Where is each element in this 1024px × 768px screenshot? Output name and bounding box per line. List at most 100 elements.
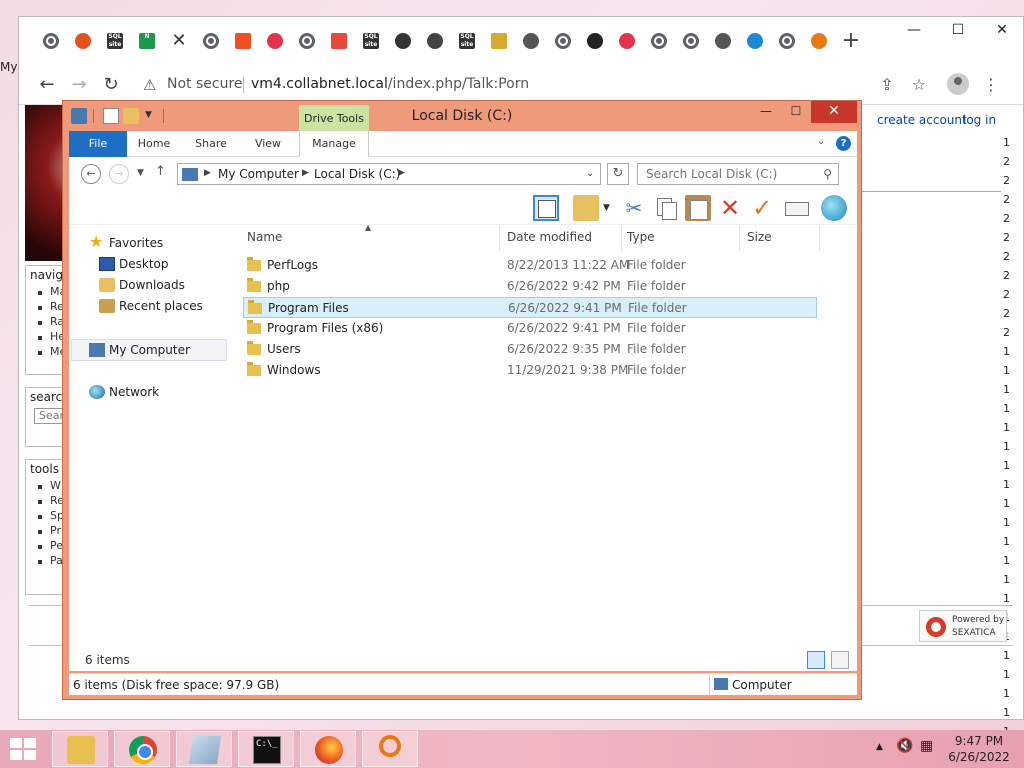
column-header-size[interactable]: Size xyxy=(747,225,772,251)
file-row[interactable]: php 6/26/2022 9:42 PM File folder xyxy=(243,276,817,297)
explorer-maximize-button[interactable]: ☐ xyxy=(781,101,811,123)
taskbar-notepad[interactable] xyxy=(176,731,232,767)
browser-tab[interactable] xyxy=(293,27,321,55)
network-drive-icon[interactable] xyxy=(821,195,847,221)
powered-by-badge[interactable]: Powered by SEXATICA xyxy=(919,610,1007,642)
warning-icon[interactable]: ⚠ xyxy=(143,76,156,94)
tools-link[interactable]: Re xyxy=(26,493,64,508)
tab-home[interactable]: Home xyxy=(129,131,179,157)
tab-close-icon[interactable]: ✕ xyxy=(165,27,193,55)
browser-tab[interactable] xyxy=(613,27,641,55)
forward-button[interactable]: → xyxy=(65,71,93,99)
browser-tab[interactable]: SQL site xyxy=(453,27,481,55)
explorer-search-input[interactable] xyxy=(638,164,818,184)
explorer-title-bar[interactable]: ▼ Drive Tools Local Disk (C:) — ☐ ✕ xyxy=(63,101,861,133)
breadcrumb-chevron-icon[interactable]: ▶ xyxy=(204,168,211,178)
new-tab-button[interactable]: + xyxy=(837,27,865,55)
column-header-name[interactable]: Name xyxy=(247,225,282,251)
back-button[interactable]: ← xyxy=(33,71,61,99)
browser-tab[interactable] xyxy=(261,27,289,55)
browser-tab[interactable] xyxy=(485,27,513,55)
properties-dropdown-icon[interactable]: ▼ xyxy=(603,203,610,213)
file-row[interactable]: PerfLogs 8/22/2013 11:22 AM File folder xyxy=(243,255,817,276)
volume-muted-icon[interactable]: 🔇 xyxy=(896,738,913,754)
profile-avatar[interactable] xyxy=(947,73,969,95)
log-in-link[interactable]: log in xyxy=(963,113,996,127)
browser-tab[interactable] xyxy=(517,27,545,55)
preview-pane-icon[interactable] xyxy=(533,195,559,221)
cut-icon[interactable]: ✂ xyxy=(621,195,647,221)
show-hidden-icons-icon[interactable]: ▲ xyxy=(876,742,883,752)
browser-tab[interactable] xyxy=(69,27,97,55)
address-dropdown-icon[interactable]: ⌄ xyxy=(586,168,594,179)
bookmark-star-icon[interactable]: ☆ xyxy=(905,71,933,99)
navigation-link[interactable]: He xyxy=(26,329,65,344)
tab-share[interactable]: Share xyxy=(185,131,237,157)
up-arrow-icon[interactable]: ↑ xyxy=(155,164,166,179)
taskbar-magnifier[interactable] xyxy=(362,731,418,767)
search-icon[interactable]: ⚲ xyxy=(823,167,832,181)
network-tray-icon[interactable]: ▦ xyxy=(920,738,933,754)
column-separator[interactable] xyxy=(739,225,740,251)
column-header-date-modified[interactable]: Date modified xyxy=(507,225,592,251)
tab-view[interactable]: View xyxy=(243,131,293,157)
browser-tab[interactable]: N xyxy=(133,27,161,55)
taskbar-chrome[interactable] xyxy=(114,731,170,767)
browser-tab[interactable]: SQL site xyxy=(101,27,129,55)
create-account-link[interactable]: create account xyxy=(877,113,967,127)
browser-tab[interactable] xyxy=(645,27,673,55)
breadcrumb-chevron-icon[interactable]: ▶ xyxy=(302,168,309,178)
browser-minimize-button[interactable]: — xyxy=(897,17,931,45)
security-label[interactable]: Not secure xyxy=(167,76,243,92)
taskbar-file-explorer[interactable] xyxy=(52,731,108,767)
browser-tab[interactable] xyxy=(389,27,417,55)
browser-tab[interactable] xyxy=(229,27,257,55)
navigation-link[interactable]: Me xyxy=(26,344,66,359)
browser-tab[interactable] xyxy=(709,27,737,55)
reload-button[interactable]: ↻ xyxy=(97,71,125,99)
share-icon[interactable]: ⇪ xyxy=(873,71,901,99)
large-icons-view-icon[interactable] xyxy=(831,651,849,669)
tools-link[interactable]: W xyxy=(26,478,64,493)
expand-ribbon-icon[interactable]: ⌄ xyxy=(817,136,825,147)
breadcrumb-my-computer[interactable]: My Computer xyxy=(218,167,299,181)
browser-tab[interactable] xyxy=(677,27,705,55)
column-separator[interactable] xyxy=(499,225,500,251)
explorer-minimize-button[interactable]: — xyxy=(751,101,781,123)
column-separator[interactable] xyxy=(819,225,820,251)
explorer-search-box[interactable]: ⚲ xyxy=(637,163,839,185)
browser-tab[interactable] xyxy=(741,27,769,55)
details-view-icon[interactable] xyxy=(807,651,825,669)
browser-maximize-button[interactable]: ☐ xyxy=(941,17,975,45)
column-header-type[interactable]: Type xyxy=(627,225,655,251)
start-button[interactable] xyxy=(10,738,38,760)
browser-tab[interactable] xyxy=(773,27,801,55)
column-separator[interactable] xyxy=(621,225,622,251)
explorer-forward-button[interactable]: → xyxy=(109,164,129,184)
rename-icon[interactable] xyxy=(783,195,809,221)
help-icon[interactable]: ? xyxy=(836,136,851,151)
system-clock[interactable]: 9:47 PM 6/26/2022 xyxy=(944,733,1014,765)
address-bar[interactable]: ⚠ Not secure vm4.collabnet.local/index.p… xyxy=(137,69,877,101)
browser-tab[interactable] xyxy=(37,27,65,55)
navigation-link[interactable]: Ra xyxy=(26,314,64,329)
recent-locations-icon[interactable]: ▼ xyxy=(137,168,144,178)
refresh-button[interactable]: ↻ xyxy=(607,163,629,185)
browser-tab[interactable] xyxy=(549,27,577,55)
copy-icon[interactable] xyxy=(653,195,679,221)
breadcrumb-local-disk[interactable]: Local Disk (C:) xyxy=(314,167,400,181)
tab-file[interactable]: File xyxy=(69,131,127,157)
taskbar-command-prompt[interactable]: C:\_ xyxy=(238,731,294,767)
browser-menu-icon[interactable]: ⋮ xyxy=(977,71,1005,99)
file-row[interactable]: Windows 11/29/2021 9:38 PM File folder xyxy=(243,360,817,381)
paste-icon[interactable] xyxy=(685,195,711,221)
browser-tab[interactable] xyxy=(197,27,225,55)
browser-close-button[interactable]: ✕ xyxy=(985,17,1019,45)
navigation-link[interactable]: Ma xyxy=(26,284,66,299)
tools-link[interactable]: Pa xyxy=(26,553,64,568)
properties-folder-icon[interactable] xyxy=(573,195,599,221)
breadcrumb-chevron-icon[interactable]: ▶ xyxy=(398,168,405,178)
tab-manage[interactable]: Manage xyxy=(299,131,369,157)
url-text[interactable]: vm4.collabnet.local/index.php/Talk:Porn xyxy=(251,76,529,92)
browser-tab[interactable] xyxy=(325,27,353,55)
